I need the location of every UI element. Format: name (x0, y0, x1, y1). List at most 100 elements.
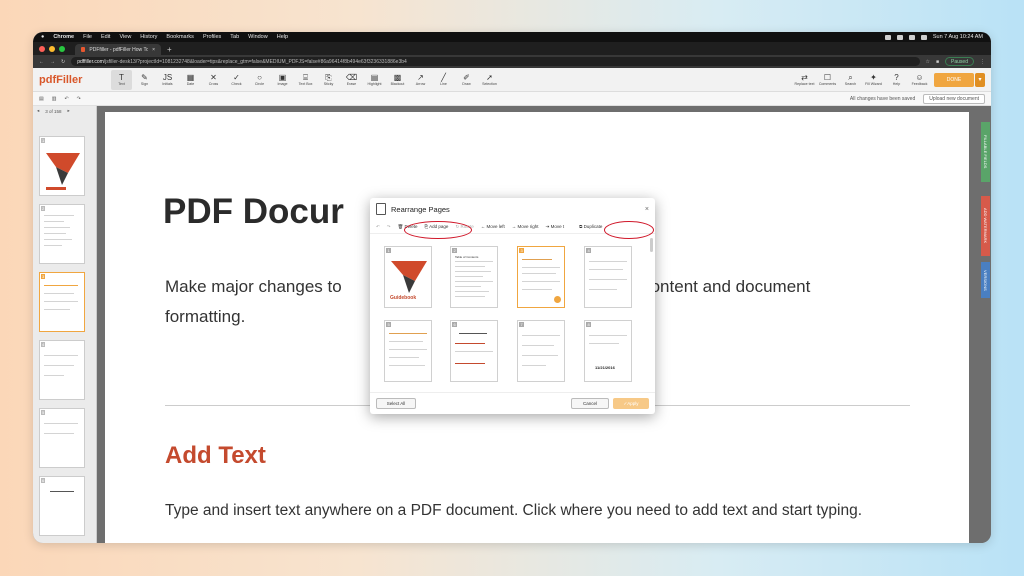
new-tab-button[interactable]: + (167, 44, 172, 55)
move-left-button[interactable]: ← Move left (481, 224, 505, 229)
tool-selection[interactable]: ➚ Selection (479, 70, 500, 90)
tool-sign[interactable]: ✎ Sign (134, 70, 155, 90)
maximize-window-button[interactable] (59, 45, 65, 52)
highlight-circle-annotation (404, 221, 472, 239)
menu-item[interactable]: View (119, 34, 131, 40)
initials-icon: JS (162, 73, 173, 82)
upload-document-button[interactable]: Upload new document (923, 93, 985, 104)
apple-icon[interactable]: ● (41, 34, 44, 40)
pdffiller-logo[interactable]: pdfFiller (39, 74, 111, 86)
battery-icon[interactable] (920, 34, 927, 40)
page-card[interactable]: 4 (584, 246, 632, 308)
menu-item[interactable]: Chrome (53, 34, 74, 40)
menubar-status: Sun 7 Aug 10:24 AM (884, 34, 983, 40)
star-icon[interactable]: ☆ (926, 59, 930, 65)
tool-text-box[interactable]: ⌸ Text Box (295, 70, 316, 90)
page-card-selected[interactable]: 3 (517, 246, 565, 308)
minimize-window-button[interactable] (49, 45, 55, 52)
address-bar: ← → ↻ pdffiller.com/jsfiller-desk13/?pro… (33, 55, 991, 68)
browser-window: ● Chrome File Edit View History Bookmarks Prof… (33, 32, 991, 543)
close-icon[interactable]: × (645, 206, 649, 213)
extension-icon[interactable]: ■ (936, 59, 939, 65)
tool-arrow[interactable]: ↗ Arrow (410, 70, 431, 90)
done-label: DONE (946, 76, 962, 83)
tool-label: Date (186, 82, 195, 86)
move-to-button[interactable]: ⇥ Move t (546, 224, 565, 230)
page-card[interactable]: 2 Table of Contents (450, 246, 498, 308)
redo-icon[interactable]: ↷ (77, 96, 81, 102)
tab-title: PDFfiller - pdfFiller How To Do (89, 46, 149, 53)
tool-date[interactable]: ▦ Date (180, 70, 201, 90)
undo-icon[interactable]: ↶ (376, 224, 380, 230)
clock[interactable]: Sun 7 Aug 10:24 AM (933, 34, 983, 40)
check-icon: ✓ (233, 73, 240, 82)
menu-item[interactable]: Help (277, 34, 288, 40)
tool-label: Fill Wizard (865, 82, 882, 86)
close-window-button[interactable] (39, 45, 45, 52)
page-number: 3 (519, 248, 525, 253)
tool-draw[interactable]: ✐ Draw (456, 70, 477, 90)
redo-icon[interactable]: ↷ (387, 224, 391, 230)
page-card[interactable]: 8 11/21/2016 (584, 320, 632, 382)
tab-strip: PDFfiller - pdfFiller How To Do × + (33, 42, 991, 55)
forward-icon[interactable]: → (50, 59, 55, 65)
tool-text[interactable]: T Text (111, 69, 132, 90)
move-right-button[interactable]: → Move right (512, 224, 539, 229)
done-button[interactable]: DONE (934, 72, 974, 87)
kebab-menu-icon[interactable]: ⋮ (980, 59, 985, 65)
wifi-icon[interactable] (908, 34, 915, 40)
duplicate-button[interactable]: ⧉ Duplicate (579, 224, 602, 229)
rearrange-icon[interactable]: ▥ (52, 96, 57, 102)
select-all-button[interactable]: Select All (376, 398, 416, 409)
tool-label: Blackout (390, 82, 405, 86)
browser-tab[interactable]: PDFfiller - pdfFiller How To Do × (75, 44, 161, 55)
tool-sticky[interactable]: ⎘ Sticky (318, 70, 339, 90)
apply-button[interactable]: ✓ Apply (613, 398, 649, 409)
dialog-header: Rearrange Pages × (370, 198, 655, 220)
tool-initials[interactable]: JS Initials (157, 70, 178, 90)
menu-item[interactable]: Bookmarks (166, 34, 194, 40)
scrollbar[interactable] (650, 238, 653, 252)
tool-fill-wizard[interactable]: ✦ Fill Wizard (863, 70, 884, 90)
undo-icon[interactable]: ↶ (64, 96, 68, 102)
menu-items: Chrome File Edit View History Bookmarks Profil… (53, 34, 288, 40)
status-icon[interactable] (884, 34, 891, 40)
tool-search[interactable]: ⌕ Search (840, 70, 861, 90)
tool-blackout[interactable]: ▩ Blackout (387, 70, 408, 90)
status-icon[interactable] (896, 34, 903, 40)
reload-icon[interactable]: ↻ (61, 59, 65, 65)
profile-paused-badge[interactable]: Paused (945, 57, 974, 66)
menu-item[interactable]: Window (248, 34, 268, 40)
tool-cross[interactable]: ✕ Cross (203, 70, 224, 90)
tool-highlight[interactable]: ▤ Highlight (364, 70, 385, 90)
page-card[interactable]: 5 (384, 320, 432, 382)
cancel-button[interactable]: Cancel (571, 398, 609, 409)
sticky-icon: ⎘ (325, 73, 332, 82)
modal-overlay: Rearrange Pages × ↶ ↷ 🗑 Delete ⎘ Add pag… (33, 106, 991, 543)
tool-replace-text[interactable]: ⇄ Replace text (794, 70, 815, 90)
tool-feedback[interactable]: ☺ Feedback (909, 70, 930, 90)
right-tool-group: ⇄ Replace text ☐ Comments ⌕ Search ✦ Fill Wizar… (794, 70, 930, 90)
tool-comments[interactable]: ☐ Comments (817, 70, 838, 90)
page-card[interactable]: 1 Guidebook (384, 246, 432, 308)
done-dropdown-icon[interactable]: ▾ (975, 72, 985, 87)
tool-circle[interactable]: ○ Circle (249, 70, 270, 90)
close-tab-icon[interactable]: × (152, 47, 155, 53)
tool-erase[interactable]: ⌫ Erase (341, 70, 362, 90)
menu-item[interactable]: Profiles (203, 34, 221, 40)
tool-help[interactable]: ? Help (886, 70, 907, 90)
menu-item[interactable]: History (140, 34, 157, 40)
url-input[interactable]: pdffiller.com/jsfiller-desk13/?projectId… (71, 57, 920, 66)
back-icon[interactable]: ← (39, 59, 44, 65)
page-card[interactable]: 6 (450, 320, 498, 382)
page-card[interactable]: 7 (517, 320, 565, 382)
menu-item[interactable]: Tab (230, 34, 239, 40)
menu-item[interactable]: File (83, 34, 92, 40)
menu-item[interactable]: Edit (101, 34, 110, 40)
tool-line[interactable]: ╱ Line (433, 70, 454, 90)
pages-icon[interactable]: ▤ (39, 96, 44, 102)
tool-check[interactable]: ✓ Check (226, 70, 247, 90)
dialog-title: Rearrange Pages (391, 204, 450, 214)
tool-image[interactable]: ▣ Image (272, 70, 293, 90)
line-icon: ╱ (441, 73, 446, 82)
